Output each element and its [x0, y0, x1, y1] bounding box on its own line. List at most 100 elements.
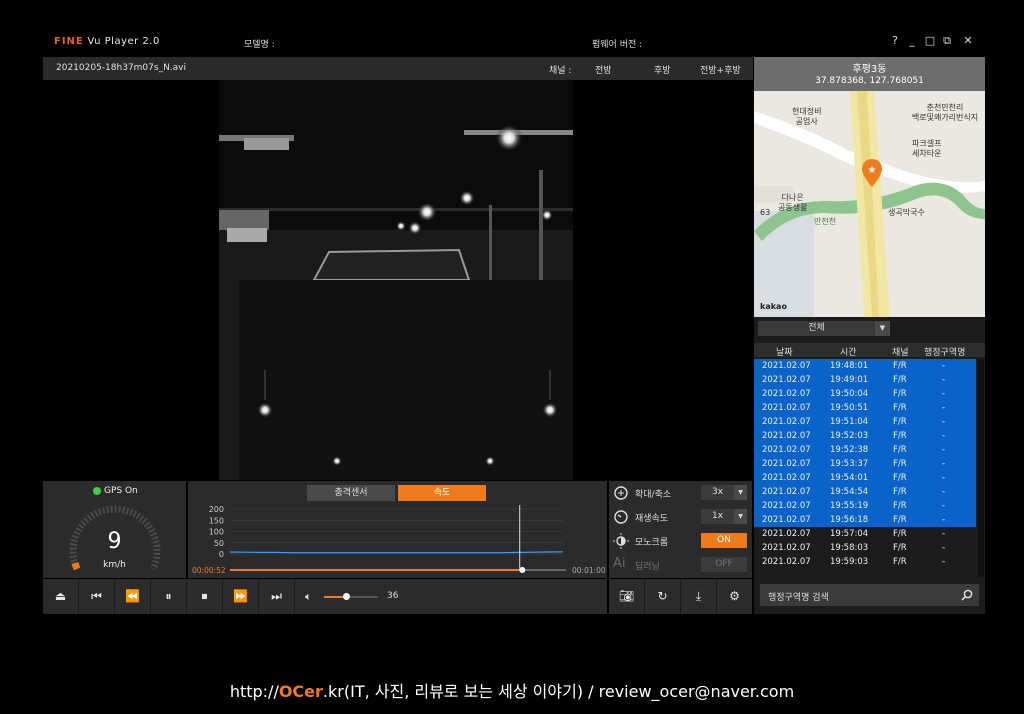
channel-rear-button[interactable]: 후방	[654, 63, 671, 76]
monochrome-toggle[interactable]: ON	[701, 533, 747, 548]
cell-ch: F/R	[893, 557, 907, 567]
chevron-down-icon[interactable]: ▼	[875, 321, 890, 336]
map-label-hyundai: 현대정비 공업사	[792, 107, 822, 126]
speed-label: 재생속도	[635, 514, 669, 524]
ai-icon: Ai	[613, 556, 626, 571]
cell-ch: F/R	[893, 529, 907, 539]
speed-row: 재생속도 1x ▼	[609, 505, 752, 529]
cell-ch: F/R	[893, 403, 907, 413]
list-item[interactable]: 2021.02.07 19:54:01 F/R -	[754, 471, 976, 485]
cell-region: -	[942, 403, 946, 413]
speed-select[interactable]: 1x	[701, 509, 734, 524]
firmware-label: 펌웨어 버전 :	[592, 40, 643, 50]
stop-icon[interactable]: ⏹	[187, 579, 223, 614]
header-region: 행정구역명	[924, 348, 966, 358]
fast-forward-icon[interactable]: ⏩	[223, 579, 259, 614]
playback-controls: ⏏ ⏮ ⏪ ⏸ ⏹ ⏩ ⏭ 🔈︎ 36	[43, 579, 607, 614]
channel-both-button[interactable]: 전방+후방	[700, 63, 741, 76]
list-item[interactable]: 2021.02.07 19:51:04 F/R -	[754, 415, 976, 429]
footer-brand: OCer	[278, 682, 323, 701]
volume-knob[interactable]	[342, 593, 350, 600]
minimize-button[interactable]: _	[905, 34, 919, 48]
speed-value: 9	[107, 529, 122, 554]
download-icon[interactable]: ⤓	[681, 579, 717, 614]
chevron-down-icon[interactable]: ▼	[734, 509, 747, 524]
list-item[interactable]: 2021.02.07 19:53:37 F/R -	[754, 457, 976, 471]
help-button[interactable]: ?	[888, 34, 902, 48]
cell-time: 19:52:38	[830, 445, 869, 455]
maximize-button[interactable]: □	[923, 34, 937, 48]
y-tick-label: 50	[214, 539, 224, 548]
cell-ch: F/R	[893, 459, 907, 469]
chevron-down-icon[interactable]: ▼	[734, 485, 747, 500]
cell-region: -	[942, 361, 946, 371]
event-list-panel: 전체 ▼ 날짜 시간 채널 행정구역명 2021.02.07 19:48:01 F/…	[754, 317, 985, 614]
volume-icon[interactable]: 🔈︎	[305, 590, 312, 604]
map-label-num: 63	[760, 208, 771, 217]
region-search-input[interactable]: 행정구역명 검색	[760, 584, 979, 606]
channel-front-button[interactable]: 전방	[595, 63, 612, 76]
sensor-graph-panel: 충격센서 속도 200 150 100 50 0 00:00:52 00:01:00	[188, 481, 607, 578]
list-item[interactable]: 2021.02.07 19:49:01 F/R -	[754, 373, 976, 387]
camera-icon[interactable]: 📷︎	[609, 579, 645, 614]
monochrome-label: 모노크롬	[635, 538, 669, 548]
pause-icon[interactable]: ⏸	[151, 579, 187, 614]
cell-ch: F/R	[893, 389, 907, 399]
cell-date: 2021.02.07	[762, 361, 811, 371]
cell-ch: F/R	[893, 375, 907, 385]
place-name: 후평3동	[852, 64, 887, 75]
list-item[interactable]: 2021.02.07 19:54:54 F/R -	[754, 485, 976, 499]
svg-text:★: ★	[868, 165, 877, 176]
zoom-label: 확대/축소	[635, 490, 672, 500]
cell-date: 2021.02.07	[762, 445, 811, 455]
tool-buttons: 📷︎ ↻ ⤓ ⚙	[609, 579, 752, 614]
cell-time: 19:49:01	[830, 375, 869, 385]
list-item[interactable]: 2021.02.07 19:50:51 F/R -	[754, 401, 976, 415]
gps-status-dot	[93, 487, 101, 495]
search-icon[interactable]	[961, 589, 973, 601]
footer-suffix: .kr(IT, 사진, 리뷰로 보는 세상 이야기) / review_ocer…	[322, 682, 795, 701]
cell-ch: F/R	[893, 515, 907, 525]
map-view[interactable]: 현대정비 공업사 춘천만천리 백로및왜가리번식지 파크셀프 세차타운 다나은 공…	[754, 91, 985, 317]
eject-icon[interactable]: ⏏	[43, 579, 79, 614]
gear-icon[interactable]: ⚙	[717, 579, 752, 614]
list-item[interactable]: 2021.02.07 19:57:04 F/R -	[754, 527, 976, 541]
speed-chart: 200 150 100 50 0	[209, 505, 566, 573]
cell-ch: F/R	[893, 431, 907, 441]
seek-bar-knob[interactable]	[519, 567, 526, 573]
list-item[interactable]: 2021.02.07 19:55:19 F/R -	[754, 499, 976, 513]
list-item[interactable]: 2021.02.07 19:52:38 F/R -	[754, 443, 976, 457]
restore-button[interactable]: ⧉	[940, 34, 954, 48]
close-button[interactable]: ✕	[961, 34, 975, 48]
cell-ch: F/R	[893, 361, 907, 371]
list-item[interactable]: 2021.02.07 19:59:03 F/R -	[754, 555, 976, 569]
zoom-select[interactable]: 3x	[701, 485, 734, 500]
y-tick-label: 150	[209, 516, 224, 525]
file-bar: 20210205-18h37m07s_N.avi 채널 : 전방 후방 전방+후…	[43, 57, 753, 80]
list-item[interactable]: 2021.02.07 19:56:18 F/R -	[754, 513, 976, 527]
video-view[interactable]	[219, 80, 573, 480]
list-item[interactable]: 2021.02.07 19:50:04 F/R -	[754, 387, 976, 401]
cell-region: -	[942, 473, 946, 483]
header-time: 시간	[840, 348, 857, 358]
list-item[interactable]: 2021.02.07 19:58:03 F/R -	[754, 541, 976, 555]
rotate-icon[interactable]: ↻	[645, 579, 681, 614]
list-scrollbar[interactable]	[978, 359, 984, 577]
volume-slider[interactable]	[324, 593, 378, 600]
cell-time: 19:58:03	[830, 543, 869, 553]
playback-speed-icon	[614, 510, 628, 524]
rewind-icon[interactable]: ⏪	[115, 579, 151, 614]
gps-speed-panel: GPS On 9 km/h	[43, 481, 186, 578]
zoom-row: 확대/축소 3x ▼	[609, 481, 752, 505]
list-item[interactable]: 2021.02.07 19:52:03 F/R -	[754, 429, 976, 443]
list-item[interactable]: 2021.02.07 19:48:01 F/R -	[754, 359, 976, 373]
list-filter-select[interactable]: 전체	[758, 321, 875, 336]
cell-time: 19:50:04	[830, 389, 869, 399]
deeplearning-toggle[interactable]: OFF	[701, 557, 747, 572]
y-tick-label: 200	[209, 505, 224, 514]
video-frame	[219, 80, 573, 480]
location-pin-icon: ★	[862, 159, 882, 187]
cell-region: -	[942, 543, 946, 553]
skip-previous-icon[interactable]: ⏮	[79, 579, 115, 614]
skip-next-icon[interactable]: ⏭	[259, 579, 295, 614]
